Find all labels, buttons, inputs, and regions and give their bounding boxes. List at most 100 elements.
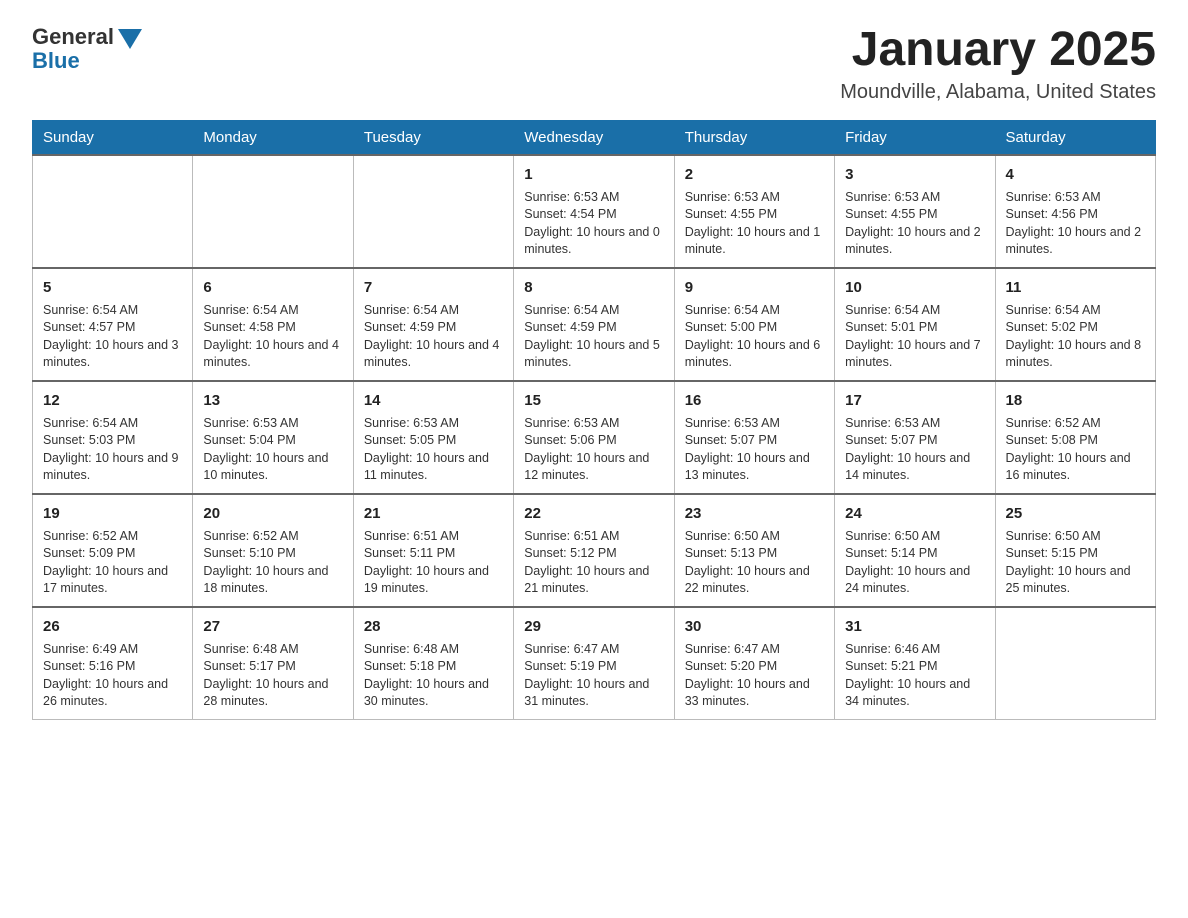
day-info: Sunrise: 6:52 AMSunset: 5:08 PMDaylight:…	[1006, 415, 1145, 485]
calendar-cell: 10Sunrise: 6:54 AMSunset: 5:01 PMDayligh…	[835, 268, 995, 381]
calendar-cell: 9 Sunrise: 6:54 AMSunset: 5:00 PMDaylight…	[674, 268, 834, 381]
calendar-cell: 2 Sunrise: 6:53 AMSunset: 4:55 PMDaylight…	[674, 155, 834, 268]
day-info: Sunrise: 6:52 AMSunset: 5:10 PMDaylight:…	[203, 528, 342, 598]
calendar-cell: 27Sunrise: 6:48 AMSunset: 5:17 PMDayligh…	[193, 607, 353, 720]
day-info: Sunrise: 6:50 AMSunset: 5:15 PMDaylight:…	[1006, 528, 1145, 598]
day-number: 2	[685, 164, 824, 185]
day-info: Sunrise: 6:48 AMSunset: 5:18 PMDaylight:…	[364, 641, 503, 711]
location-title: Moundville, Alabama, United States	[840, 81, 1156, 104]
calendar-cell: 25 Sunrise: 6:50 AMSunset: 5:15 PMDayligh…	[995, 494, 1155, 607]
calendar-header: SundayMondayTuesdayWednesdayThursdayFrid…	[33, 120, 1156, 155]
calendar-week-row: 19 Sunrise: 6:52 AMSunset: 5:09 PMDayligh…	[33, 494, 1156, 607]
weekday-header-thursday: Thursday	[674, 120, 834, 155]
calendar-cell: 26 Sunrise: 6:49 AMSunset: 5:16 PMDayligh…	[33, 607, 193, 720]
calendar-cell: 12Sunrise: 6:54 AMSunset: 5:03 PMDayligh…	[33, 381, 193, 494]
calendar-cell: 23 Sunrise: 6:50 AMSunset: 5:13 PMDayligh…	[674, 494, 834, 607]
page-header: General Blue January 2025 Moundville, Al…	[32, 24, 1156, 104]
day-info: Sunrise: 6:46 AMSunset: 5:21 PMDaylight:…	[845, 641, 984, 711]
day-number: 7	[364, 277, 503, 298]
calendar-cell: 18 Sunrise: 6:52 AMSunset: 5:08 PMDayligh…	[995, 381, 1155, 494]
day-number: 5	[43, 277, 182, 298]
day-info: Sunrise: 6:53 AMSunset: 5:07 PMDaylight:…	[845, 415, 984, 485]
day-number: 16	[685, 390, 824, 411]
calendar-cell: 31Sunrise: 6:46 AMSunset: 5:21 PMDayligh…	[835, 607, 995, 720]
calendar-cell: 21 Sunrise: 6:51 AMSunset: 5:11 PMDayligh…	[353, 494, 513, 607]
calendar-cell: 16 Sunrise: 6:53 AMSunset: 5:07 PMDayligh…	[674, 381, 834, 494]
day-info: Sunrise: 6:51 AMSunset: 5:12 PMDaylight:…	[524, 528, 663, 598]
title-section: January 2025 Moundville, Alabama, United…	[840, 24, 1156, 104]
day-number: 13	[203, 390, 342, 411]
weekday-header-saturday: Saturday	[995, 120, 1155, 155]
calendar-cell: 3 Sunrise: 6:53 AMSunset: 4:55 PMDaylight…	[835, 155, 995, 268]
calendar-week-row: 12Sunrise: 6:54 AMSunset: 5:03 PMDayligh…	[33, 381, 1156, 494]
day-info: Sunrise: 6:50 AMSunset: 5:13 PMDaylight:…	[685, 528, 824, 598]
day-info: Sunrise: 6:54 AMSunset: 5:00 PMDaylight:…	[685, 302, 824, 372]
day-number: 21	[364, 503, 503, 524]
day-number: 10	[845, 277, 984, 298]
logo-blue-text: Blue	[32, 48, 80, 74]
day-number: 6	[203, 277, 342, 298]
day-number: 11	[1006, 277, 1145, 298]
day-number: 19	[43, 503, 182, 524]
day-info: Sunrise: 6:51 AMSunset: 5:11 PMDaylight:…	[364, 528, 503, 598]
day-info: Sunrise: 6:53 AMSunset: 5:07 PMDaylight:…	[685, 415, 824, 485]
day-number: 24	[845, 503, 984, 524]
calendar-cell	[193, 155, 353, 268]
day-number: 23	[685, 503, 824, 524]
day-info: Sunrise: 6:54 AMSunset: 4:59 PMDaylight:…	[524, 302, 663, 372]
calendar-cell: 29 Sunrise: 6:47 AMSunset: 5:19 PMDayligh…	[514, 607, 674, 720]
day-number: 3	[845, 164, 984, 185]
day-number: 26	[43, 616, 182, 637]
day-number: 27	[203, 616, 342, 637]
day-info: Sunrise: 6:53 AMSunset: 5:06 PMDaylight:…	[524, 415, 663, 485]
weekday-header-wednesday: Wednesday	[514, 120, 674, 155]
day-number: 1	[524, 164, 663, 185]
calendar-week-row: 1 Sunrise: 6:53 AMSunset: 4:54 PMDaylight…	[33, 155, 1156, 268]
day-number: 25	[1006, 503, 1145, 524]
day-number: 18	[1006, 390, 1145, 411]
day-number: 29	[524, 616, 663, 637]
day-info: Sunrise: 6:52 AMSunset: 5:09 PMDaylight:…	[43, 528, 182, 598]
day-number: 30	[685, 616, 824, 637]
day-info: Sunrise: 6:54 AMSunset: 5:02 PMDaylight:…	[1006, 302, 1145, 372]
day-info: Sunrise: 6:54 AMSunset: 5:03 PMDaylight:…	[43, 415, 182, 485]
day-info: Sunrise: 6:53 AMSunset: 4:54 PMDaylight:…	[524, 189, 663, 259]
calendar-body: 1 Sunrise: 6:53 AMSunset: 4:54 PMDaylight…	[33, 155, 1156, 720]
calendar-cell: 30 Sunrise: 6:47 AMSunset: 5:20 PMDayligh…	[674, 607, 834, 720]
calendar-cell: 17 Sunrise: 6:53 AMSunset: 5:07 PMDayligh…	[835, 381, 995, 494]
logo: General Blue	[32, 24, 142, 74]
calendar-cell: 14Sunrise: 6:53 AMSunset: 5:05 PMDayligh…	[353, 381, 513, 494]
day-info: Sunrise: 6:54 AMSunset: 4:58 PMDaylight:…	[203, 302, 342, 372]
calendar-cell: 6 Sunrise: 6:54 AMSunset: 4:58 PMDaylight…	[193, 268, 353, 381]
calendar-cell: 4Sunrise: 6:53 AMSunset: 4:56 PMDaylight…	[995, 155, 1155, 268]
weekday-header-monday: Monday	[193, 120, 353, 155]
day-info: Sunrise: 6:53 AMSunset: 5:05 PMDaylight:…	[364, 415, 503, 485]
calendar-week-row: 5 Sunrise: 6:54 AMSunset: 4:57 PMDaylight…	[33, 268, 1156, 381]
logo-triangle-icon	[118, 29, 142, 49]
day-info: Sunrise: 6:47 AMSunset: 5:19 PMDaylight:…	[524, 641, 663, 711]
day-number: 22	[524, 503, 663, 524]
calendar-cell	[995, 607, 1155, 720]
calendar-cell: 28 Sunrise: 6:48 AMSunset: 5:18 PMDayligh…	[353, 607, 513, 720]
weekday-header-tuesday: Tuesday	[353, 120, 513, 155]
day-info: Sunrise: 6:53 AMSunset: 5:04 PMDaylight:…	[203, 415, 342, 485]
day-number: 28	[364, 616, 503, 637]
day-info: Sunrise: 6:49 AMSunset: 5:16 PMDaylight:…	[43, 641, 182, 711]
weekday-header-row: SundayMondayTuesdayWednesdayThursdayFrid…	[33, 120, 1156, 155]
calendar-cell: 11 Sunrise: 6:54 AMSunset: 5:02 PMDayligh…	[995, 268, 1155, 381]
day-info: Sunrise: 6:53 AMSunset: 4:55 PMDaylight:…	[685, 189, 824, 259]
day-info: Sunrise: 6:54 AMSunset: 4:59 PMDaylight:…	[364, 302, 503, 372]
calendar-cell: 19 Sunrise: 6:52 AMSunset: 5:09 PMDayligh…	[33, 494, 193, 607]
calendar-cell	[33, 155, 193, 268]
day-number: 17	[845, 390, 984, 411]
logo-general-text: General	[32, 24, 114, 50]
day-info: Sunrise: 6:47 AMSunset: 5:20 PMDaylight:…	[685, 641, 824, 711]
day-number: 8	[524, 277, 663, 298]
day-info: Sunrise: 6:54 AMSunset: 4:57 PMDaylight:…	[43, 302, 182, 372]
day-number: 9	[685, 277, 824, 298]
day-info: Sunrise: 6:53 AMSunset: 4:55 PMDaylight:…	[845, 189, 984, 259]
day-number: 4	[1006, 164, 1145, 185]
day-number: 20	[203, 503, 342, 524]
calendar-cell: 13 Sunrise: 6:53 AMSunset: 5:04 PMDayligh…	[193, 381, 353, 494]
calendar-cell: 8 Sunrise: 6:54 AMSunset: 4:59 PMDaylight…	[514, 268, 674, 381]
